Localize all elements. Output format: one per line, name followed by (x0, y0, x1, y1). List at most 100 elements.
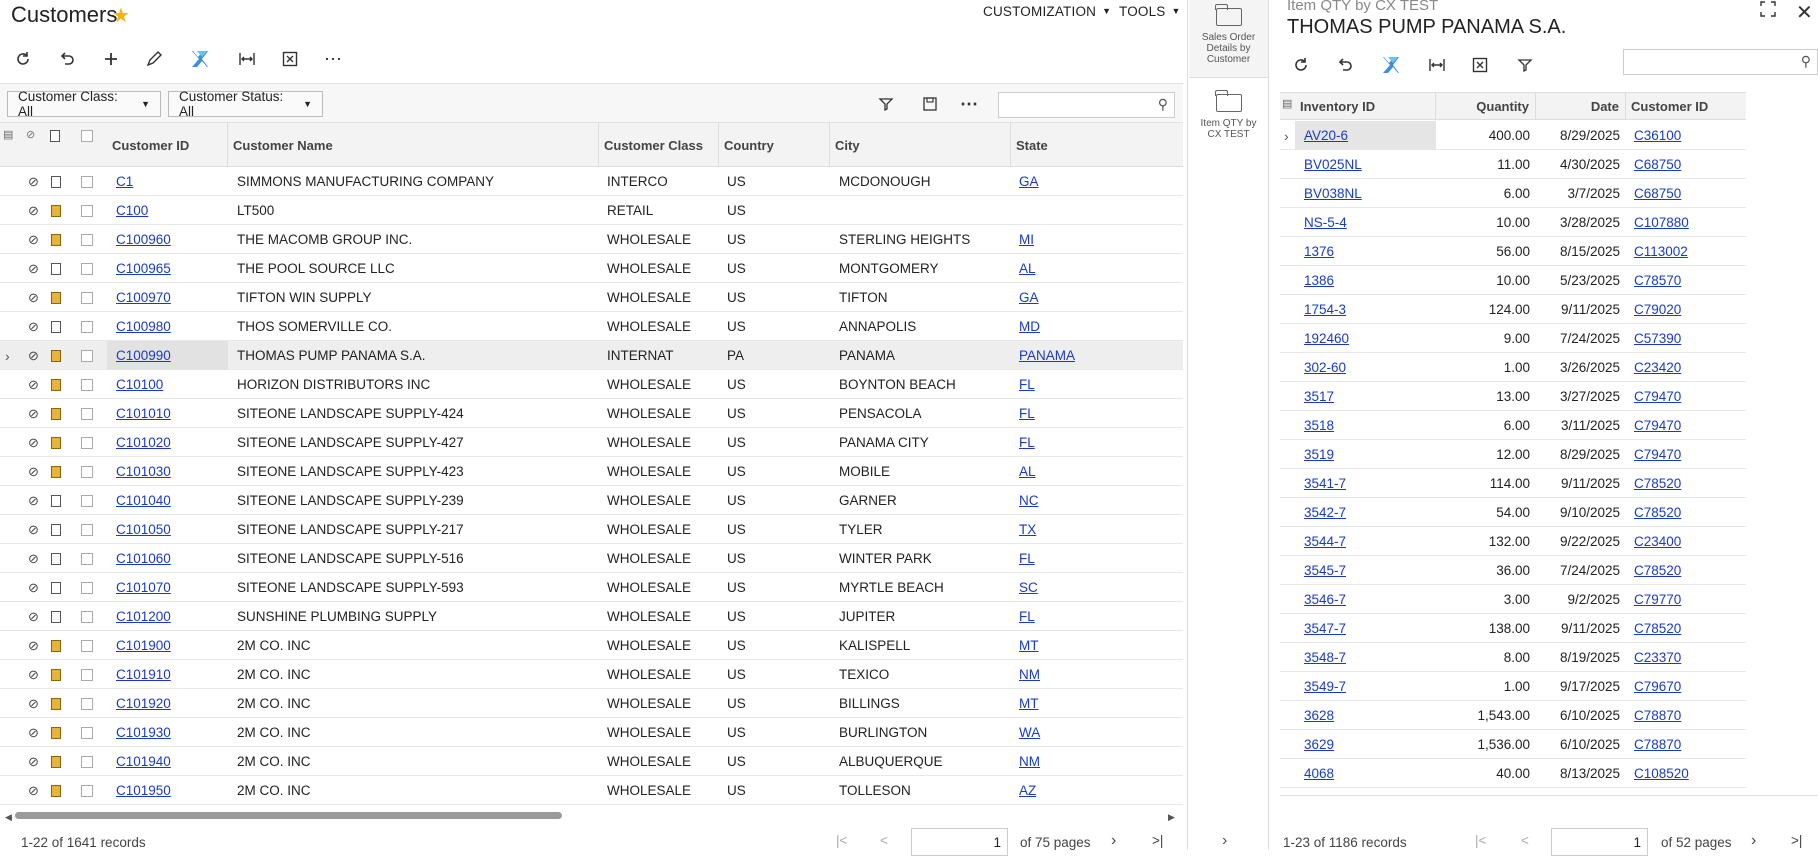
customer-id-link[interactable]: C101020 (116, 435, 171, 450)
inventory-id-link[interactable]: 3549-7 (1304, 679, 1346, 694)
customer-status-filter[interactable]: Customer Status: All ▼ (168, 89, 323, 119)
customer-id-link[interactable]: C101910 (116, 667, 171, 682)
panel-customer-id-link[interactable]: C78520 (1634, 476, 1681, 491)
row-checkbox[interactable] (81, 726, 93, 739)
customer-id-link[interactable]: C100970 (116, 290, 171, 305)
panel-undo-icon[interactable] (1332, 52, 1358, 78)
panel-table-row[interactable]: 3517 13.00 3/27/2025 C79470 (1280, 382, 1746, 411)
note-icon[interactable] (51, 349, 61, 362)
attachment-icon[interactable]: ⊘ (28, 544, 39, 573)
attachment-icon[interactable]: ⊘ (28, 283, 39, 312)
table-row[interactable]: ⊘ C101940 2M CO. INC WHOLESALE US ALBUQUERQUE… (0, 747, 1183, 776)
panel-search-input[interactable]: ⚲ (1623, 49, 1818, 75)
note-icon[interactable] (51, 697, 61, 710)
col-customer-class[interactable]: Customer Class (599, 123, 719, 167)
table-row[interactable]: ⊘ C100980 THOS SOMERVILLE CO. WHOLESALE US AN… (0, 312, 1183, 341)
filter-more-icon[interactable]: ⋯ (956, 91, 982, 117)
customer-id-link[interactable]: C100980 (116, 319, 171, 334)
panel-table-row[interactable]: 192460 9.00 7/24/2025 C57390 (1280, 324, 1746, 353)
inventory-id-link[interactable]: 3541-7 (1304, 476, 1346, 491)
attachment-icon[interactable]: ⊘ (28, 196, 39, 225)
state-link[interactable]: SC (1019, 580, 1038, 595)
more-icon[interactable]: ⋯ (320, 46, 346, 72)
panel-customer-id-link[interactable]: C78570 (1634, 273, 1681, 288)
panel-table-row[interactable]: 3629 1,536.00 6/10/2025 C78870 (1280, 730, 1746, 759)
panel-customer-id-link[interactable]: C79470 (1634, 389, 1681, 404)
table-row[interactable]: ⊘ C100 LT500 RETAIL US (0, 196, 1183, 225)
note-icon[interactable] (51, 291, 61, 304)
inventory-id-link[interactable]: 4068 (1304, 766, 1334, 781)
note-icon[interactable] (51, 262, 61, 275)
inventory-id-link[interactable]: 3544-7 (1304, 534, 1346, 549)
row-checkbox[interactable] (81, 610, 93, 623)
inventory-id-link[interactable]: 1386 (1304, 273, 1334, 288)
note-icon[interactable] (51, 523, 61, 536)
note-icon[interactable] (51, 726, 61, 739)
refresh-icon[interactable] (10, 46, 36, 72)
row-checkbox[interactable] (81, 407, 93, 420)
table-row[interactable]: ⊘ C101930 2M CO. INC WHOLESALE US BURLINGTON W… (0, 718, 1183, 747)
state-link[interactable]: GA (1019, 290, 1039, 305)
panel-customer-id-link[interactable]: C78520 (1634, 563, 1681, 578)
row-checkbox[interactable] (81, 349, 93, 362)
panel-table-row[interactable]: 1386 10.00 5/23/2025 C78570 (1280, 266, 1746, 295)
row-checkbox[interactable] (81, 465, 93, 478)
panel-page-number-input[interactable]: 1 (1551, 828, 1648, 856)
add-icon[interactable] (98, 46, 124, 72)
note-icon[interactable] (51, 610, 61, 623)
scroll-left-icon[interactable]: ◀ (5, 812, 12, 823)
customer-id-link[interactable]: C101030 (116, 464, 171, 479)
row-checkbox[interactable] (81, 639, 93, 652)
puzzle-icon[interactable] (187, 46, 213, 72)
row-checkbox[interactable] (81, 552, 93, 565)
state-link[interactable]: AL (1019, 261, 1036, 276)
attachment-icon[interactable]: ⊘ (28, 225, 39, 254)
row-checkbox[interactable] (81, 378, 93, 391)
panel-table-row[interactable]: 3545-7 36.00 7/24/2025 C78520 (1280, 556, 1746, 585)
row-checkbox[interactable] (81, 668, 93, 681)
attachment-icon[interactable]: ⊘ (28, 370, 39, 399)
table-row[interactable]: ⊘ C101020 SITEONE LANDSCAPE SUPPLY-427 WHOL… (0, 428, 1183, 457)
panel-table-row[interactable]: BV038NL 6.00 3/7/2025 C68750 (1280, 179, 1746, 208)
table-row[interactable]: ⊘ C101900 2M CO. INC WHOLESALE US KALISPELL MT (0, 631, 1183, 660)
customer-id-link[interactable]: C101050 (116, 522, 171, 537)
next-page-icon[interactable]: › (1111, 832, 1116, 850)
attachment-icon[interactable]: ⊘ (28, 254, 39, 283)
inventory-id-link[interactable]: 3519 (1304, 447, 1334, 462)
row-checkbox[interactable] (81, 755, 93, 768)
row-checkbox[interactable] (81, 697, 93, 710)
panel-first-page-icon[interactable]: |< (1475, 833, 1486, 848)
note-icon[interactable] (51, 233, 61, 246)
row-checkbox[interactable] (81, 175, 93, 188)
customer-id-link[interactable]: C100990 (116, 348, 171, 363)
attachment-icon[interactable]: ⊘ (28, 747, 39, 776)
attachment-icon[interactable]: ⊘ (28, 428, 39, 457)
customization-menu[interactable]: CUSTOMIZATION ▼ (983, 4, 1111, 19)
edit-icon[interactable] (141, 46, 167, 72)
state-link[interactable]: FL (1019, 406, 1035, 421)
first-page-icon[interactable]: |< (836, 833, 847, 848)
table-row[interactable]: ⊘ C101200 SUNSHINE PLUMBING SUPPLY WHOLESAL… (0, 602, 1183, 631)
panel-customer-id-link[interactable]: C68750 (1634, 157, 1681, 172)
row-checkbox[interactable] (81, 262, 93, 275)
note-icon[interactable] (51, 175, 61, 188)
panel-next-page-icon[interactable]: › (1751, 832, 1756, 850)
note-icon[interactable] (51, 436, 61, 449)
customer-id-link[interactable]: C101900 (116, 638, 171, 653)
note-icon[interactable] (51, 204, 61, 217)
table-row[interactable]: ⊘ C101030 SITEONE LANDSCAPE SUPPLY-423 WHOL… (0, 457, 1183, 486)
customer-id-link[interactable]: C100965 (116, 261, 171, 276)
state-link[interactable]: MT (1019, 638, 1039, 653)
col-customer-id[interactable]: Customer ID (107, 123, 228, 167)
inventory-id-link[interactable]: 3546-7 (1304, 592, 1346, 607)
panel-table-row[interactable]: 3541-7 114.00 9/11/2025 C78520 (1280, 469, 1746, 498)
page-number-input[interactable]: 1 (911, 828, 1008, 856)
inventory-id-link[interactable]: 3545-7 (1304, 563, 1346, 578)
customer-id-link[interactable]: C101930 (116, 725, 171, 740)
customer-id-link[interactable]: C100 (116, 203, 148, 218)
inventory-id-link[interactable]: 3517 (1304, 389, 1334, 404)
row-checkbox[interactable] (81, 494, 93, 507)
maximize-icon[interactable] (1759, 0, 1777, 21)
panel-customer-id-link[interactable]: C79020 (1634, 302, 1681, 317)
customer-id-link[interactable]: C101200 (116, 609, 171, 624)
